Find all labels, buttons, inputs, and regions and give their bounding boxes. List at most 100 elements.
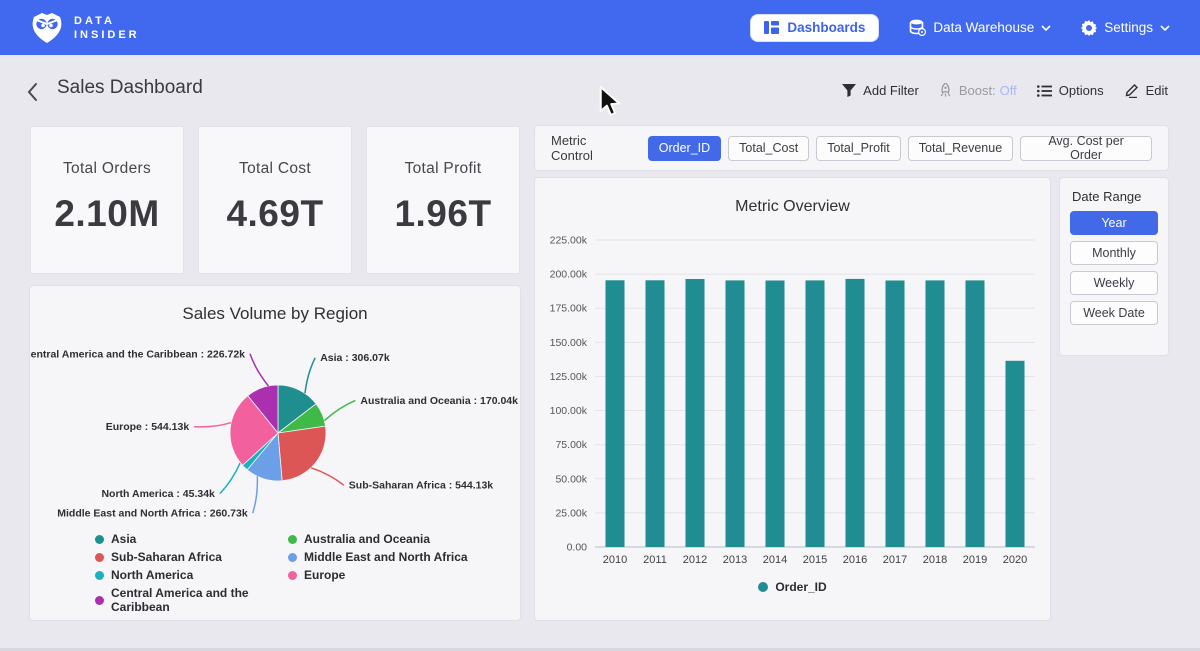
- date-range-buttons: Year Monthly Weekly Week Date: [1070, 211, 1158, 325]
- x-tick-label: 2019: [963, 554, 987, 566]
- kpi-label: Total Cost: [199, 160, 351, 178]
- x-tick-label: 2016: [843, 554, 867, 566]
- gear-icon: [1081, 20, 1097, 36]
- pie-legend-column: Asia Sub-Saharan Africa North America Centr…: [95, 532, 288, 614]
- brand-line2: INSIDER: [74, 28, 140, 42]
- y-tick-label: 25.00k: [555, 507, 587, 519]
- legend-label: Asia: [111, 532, 136, 546]
- boost-label: Boost:: [959, 83, 996, 98]
- date-range-week-date[interactable]: Week Date: [1070, 301, 1158, 325]
- back-button[interactable]: [26, 82, 38, 105]
- options-button[interactable]: Options: [1037, 83, 1104, 98]
- bar-2020[interactable]: [1006, 361, 1025, 547]
- chevron-down-icon: [1041, 25, 1051, 31]
- legend-item-central-america-and-the-caribbean[interactable]: Central America and the Caribbean: [95, 586, 288, 614]
- kpi-value: 1.96T: [367, 193, 519, 235]
- x-tick-label: 2018: [923, 554, 947, 566]
- y-tick-label: 175.00k: [550, 303, 588, 315]
- legend-item-north-america[interactable]: North America: [95, 568, 288, 582]
- top-nav: DATA INSIDER Dashboards: [0, 0, 1200, 55]
- owl-logo-icon: [30, 10, 64, 46]
- nav-settings[interactable]: Settings: [1081, 20, 1170, 36]
- top-nav-menu: Dashboards Data Warehouse: [750, 14, 1170, 42]
- x-tick-label: 2011: [643, 554, 667, 566]
- chevron-left-icon: [26, 82, 38, 102]
- bar-2014[interactable]: [766, 281, 785, 548]
- options-label: Options: [1059, 83, 1104, 98]
- pie-slice-sub-saharan-africa[interactable]: [278, 426, 326, 481]
- pie-label-line: [194, 423, 231, 427]
- legend-dot: [95, 596, 104, 605]
- kpi-card-total-cost: Total Cost4.69T: [198, 126, 352, 274]
- bar-2012[interactable]: [686, 279, 705, 547]
- brand[interactable]: DATA INSIDER: [30, 10, 140, 46]
- metric-chip-avg-cost-per-order[interactable]: Avg. Cost per Order: [1020, 136, 1152, 161]
- legend-label: Middle East and North Africa: [304, 550, 468, 564]
- edit-button[interactable]: Edit: [1124, 83, 1168, 98]
- bar-2015[interactable]: [806, 280, 825, 547]
- metric-chip-order-id[interactable]: Order_ID: [648, 136, 721, 161]
- legend-dot: [95, 535, 104, 544]
- x-tick-label: 2013: [723, 554, 747, 566]
- y-tick-label: 150.00k: [550, 337, 588, 349]
- bar-2016[interactable]: [846, 279, 865, 547]
- add-filter-button[interactable]: Add Filter: [842, 83, 919, 98]
- date-range-monthly[interactable]: Monthly: [1070, 241, 1158, 265]
- metric-control-label: Metric Control: [551, 133, 632, 163]
- pie-label-line: [324, 400, 355, 420]
- bar-2019[interactable]: [966, 280, 985, 547]
- kpi-card-total-profit: Total Profit1.96T: [366, 126, 520, 274]
- metric-control-bar: Metric Control Order_ID Total_Cost Total_P…: [535, 126, 1168, 170]
- legend-item-europe[interactable]: Europe: [288, 568, 481, 582]
- nav-data-warehouse-label: Data Warehouse: [933, 20, 1034, 35]
- bar-2010[interactable]: [606, 280, 625, 547]
- date-range-year[interactable]: Year: [1070, 211, 1158, 235]
- legend-label: Central America and the Caribbean: [111, 586, 288, 614]
- legend-item-sub-saharan-africa[interactable]: Sub-Saharan Africa: [95, 550, 288, 564]
- date-range-weekly[interactable]: Weekly: [1070, 271, 1158, 295]
- app-window: DATA INSIDER Dashboards: [0, 0, 1200, 651]
- nav-data-warehouse[interactable]: Data Warehouse: [909, 19, 1051, 36]
- y-tick-label: 100.00k: [550, 405, 588, 417]
- filter-icon: [842, 84, 856, 97]
- legend-dot: [95, 553, 104, 562]
- brand-line1: DATA: [74, 14, 140, 28]
- x-tick-label: 2014: [763, 554, 787, 566]
- legend-dot: [288, 535, 297, 544]
- legend-item-asia[interactable]: Asia: [95, 532, 288, 546]
- bar-2018[interactable]: [926, 280, 945, 547]
- legend-label: Sub-Saharan Africa: [111, 550, 222, 564]
- boost-toggle[interactable]: Boost: Off: [939, 83, 1017, 98]
- legend-label: Order_ID: [775, 580, 826, 594]
- nav-dashboards-button[interactable]: Dashboards: [750, 14, 879, 42]
- nav-settings-label: Settings: [1104, 20, 1153, 35]
- pencil-icon: [1124, 83, 1139, 98]
- edit-label: Edit: [1146, 83, 1168, 98]
- legend-item-australia-and-oceania[interactable]: Australia and Oceania: [288, 532, 481, 546]
- database-icon: [909, 19, 926, 36]
- legend-label: North America: [111, 568, 193, 582]
- x-tick-label: 2017: [883, 554, 907, 566]
- pie-label-asia: Asia : 306.07k: [320, 352, 390, 364]
- legend-dot: [288, 553, 297, 562]
- y-tick-label: 125.00k: [550, 371, 588, 383]
- pie-label-central-america-and-the-caribbean: Central America and the Caribbean : 226.…: [30, 348, 245, 360]
- nav-dashboards-label: Dashboards: [787, 20, 865, 35]
- dashboards-icon: [764, 21, 779, 34]
- legend-item-order-id[interactable]: Order_ID: [758, 580, 826, 594]
- metric-chip-total-revenue[interactable]: Total_Revenue: [908, 136, 1013, 161]
- pie-label-line: [250, 354, 269, 386]
- legend-item-middle-east-and-north-africa[interactable]: Middle East and North Africa: [288, 550, 481, 564]
- metric-chip-total-profit[interactable]: Total_Profit: [816, 136, 901, 161]
- legend-dot: [95, 571, 104, 580]
- metric-chips: Order_ID Total_Cost Total_Profit Total_Reve…: [648, 136, 1152, 161]
- y-tick-label: 225.00k: [550, 235, 588, 247]
- bar-2017[interactable]: [886, 281, 905, 548]
- bar-2011[interactable]: [646, 280, 665, 547]
- kpi-value: 2.10M: [31, 193, 183, 235]
- bar-2013[interactable]: [726, 280, 745, 547]
- x-tick-label: 2012: [683, 554, 707, 566]
- legend-dot: [288, 571, 297, 580]
- metric-chip-total-cost[interactable]: Total_Cost: [728, 136, 809, 161]
- bar-chart-legend: Order_ID: [535, 580, 1050, 594]
